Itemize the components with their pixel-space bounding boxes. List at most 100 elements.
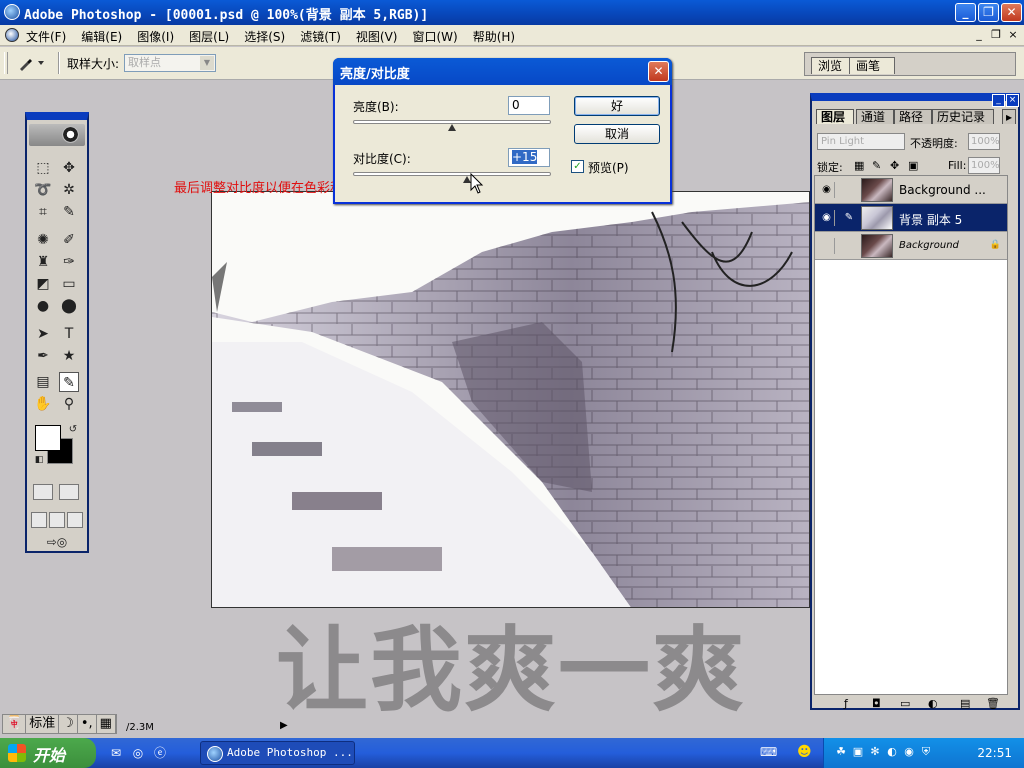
foreground-color-swatch[interactable]	[35, 425, 61, 451]
notes-icon[interactable]: ▤	[33, 372, 53, 392]
close-button[interactable]: ✕	[1001, 3, 1022, 22]
slice-icon[interactable]: ✎	[59, 202, 79, 222]
dodge-icon[interactable]: ⬤	[59, 296, 79, 316]
ime-punctuation-icon[interactable]: •,	[78, 715, 97, 733]
adjustment-layer-icon[interactable]: ◐	[928, 697, 938, 710]
lock-transparency-icon[interactable]: ▦	[854, 159, 864, 172]
fill-input[interactable]: 100%	[968, 157, 1000, 174]
menu-view[interactable]: 视图(V)	[356, 28, 398, 45]
contrast-input[interactable]: +15	[508, 148, 550, 167]
ime-keyboard-icon[interactable]: ▦	[97, 715, 116, 733]
clone-stamp-icon[interactable]: ♜	[33, 252, 53, 272]
palette-close-button[interactable]: ×	[1006, 94, 1019, 107]
doc-close-button[interactable]: ×	[1006, 28, 1020, 42]
gradient-icon[interactable]: ▭	[59, 274, 79, 294]
opacity-input[interactable]: 100%	[968, 133, 1000, 150]
layer-style-icon[interactable]: ƒ	[844, 697, 848, 710]
maximize-button[interactable]: ❐	[978, 3, 999, 22]
ime-mode[interactable]: 标准	[26, 715, 60, 733]
lock-all-icon[interactable]: ▣	[908, 159, 918, 172]
blur-icon[interactable]: ●	[33, 296, 53, 316]
browser-icon[interactable]: ◎	[130, 745, 146, 761]
shape-icon[interactable]: ★	[59, 346, 79, 366]
new-set-icon[interactable]: ▭	[900, 697, 910, 710]
menu-filter[interactable]: 滤镜(T)	[300, 28, 341, 45]
layer-row[interactable]: ◉ Background ...	[815, 176, 1007, 204]
tab-history[interactable]: 历史记录	[932, 109, 995, 124]
standard-mode-button[interactable]	[33, 484, 53, 500]
tray-antivirus-icon[interactable]: ✻	[868, 745, 882, 759]
brightness-input[interactable]: 0	[508, 96, 550, 115]
link-slot[interactable]	[841, 182, 857, 198]
menu-layer[interactable]: 图层(L)	[189, 28, 229, 45]
tray-security-icon[interactable]: ⛨	[919, 745, 933, 759]
eyedropper-tool-icon[interactable]: ✎	[59, 372, 79, 392]
jump-to-imageready-icon[interactable]: ⇨◎	[33, 532, 81, 552]
tray-app-icon[interactable]: ◐	[885, 745, 899, 759]
layer-mask-icon[interactable]: ◘	[872, 697, 881, 710]
sample-size-select[interactable]: 取样点 ▼	[124, 54, 216, 72]
tab-brushes[interactable]: 画笔	[849, 57, 896, 74]
ime-logo-icon[interactable]: 🀄	[3, 715, 27, 733]
menu-help[interactable]: 帮助(H)	[473, 28, 515, 45]
photoshop-app-icon[interactable]	[4, 4, 20, 20]
brush-icon[interactable]: ✐	[59, 230, 79, 250]
status-menu-arrow[interactable]: ▶	[280, 720, 288, 731]
zoom-icon[interactable]: ⚲	[59, 394, 79, 414]
swap-colors-icon[interactable]: ↺	[63, 420, 83, 440]
menu-edit[interactable]: 编辑(E)	[81, 28, 122, 45]
dialog-title-bar[interactable]: 亮度/对比度	[333, 58, 672, 85]
palette-menu-icon[interactable]: ▸	[1002, 109, 1017, 124]
eraser-icon[interactable]: ◩	[33, 274, 53, 294]
eye-slot[interactable]	[819, 238, 835, 254]
quick-mask-button[interactable]	[59, 484, 79, 500]
tray-display-icon[interactable]: ▣	[851, 745, 865, 759]
eye-icon[interactable]: ◉	[819, 210, 835, 226]
lock-position-icon[interactable]: ✥	[890, 159, 899, 172]
start-button[interactable]: 开始	[0, 738, 96, 768]
menu-select[interactable]: 选择(S)	[244, 28, 285, 45]
document-canvas[interactable]	[211, 191, 810, 608]
photoshop-logo[interactable]	[29, 124, 85, 146]
preview-checkbox[interactable]: ✓	[571, 160, 584, 173]
minimize-button[interactable]: _	[955, 3, 976, 22]
new-layer-icon[interactable]: ▤	[960, 697, 970, 710]
tray-volume-icon[interactable]: ◉	[902, 745, 916, 759]
move-icon[interactable]: ✥	[59, 158, 79, 178]
lock-image-icon[interactable]: ✎	[872, 159, 881, 172]
marquee-icon[interactable]: ⬚	[33, 158, 53, 178]
qq-icon[interactable]: ☻	[797, 744, 812, 760]
tray-network-icon[interactable]: ☘	[834, 745, 848, 759]
ok-button[interactable]: 好	[574, 96, 660, 116]
brightness-slider-thumb[interactable]	[448, 124, 456, 131]
magic-wand-icon[interactable]: ✲	[59, 180, 79, 200]
taskbar-photoshop-button[interactable]: Adobe Photoshop ...	[200, 741, 355, 765]
cancel-button[interactable]: 取消	[574, 124, 660, 144]
crop-icon[interactable]: ⌗	[33, 202, 53, 222]
ime-moon-icon[interactable]: ☽	[59, 715, 78, 733]
pen-icon[interactable]: ✒	[33, 346, 53, 366]
mail-icon[interactable]: ✉	[108, 745, 124, 761]
type-icon[interactable]: T	[59, 324, 79, 344]
tab-layers[interactable]: 图层	[816, 109, 855, 124]
menu-window[interactable]: 窗口(W)	[412, 28, 457, 45]
dialog-close-button[interactable]: ✕	[648, 61, 669, 82]
layer-row[interactable]: Background 🔒	[815, 232, 1007, 260]
hand-icon[interactable]: ✋	[33, 394, 53, 414]
keyboard-icon[interactable]: ⌨	[760, 745, 777, 759]
path-selection-icon[interactable]: ➤	[33, 324, 53, 344]
trash-icon[interactable]: 🗑	[986, 697, 1000, 710]
ie-icon[interactable]: ⓔ	[152, 745, 168, 761]
layer-row-selected[interactable]: ◉ ✎ 背景 副本 5	[815, 204, 1007, 232]
screen-mode-full-menu-button[interactable]	[49, 512, 65, 528]
brush-icon[interactable]: ✎	[841, 210, 857, 226]
link-slot[interactable]	[841, 238, 857, 254]
doc-minimize-button[interactable]: _	[972, 28, 986, 42]
screen-mode-standard-button[interactable]	[31, 512, 47, 528]
doc-restore-button[interactable]: ❐	[989, 28, 1003, 42]
menu-image[interactable]: 图像(I)	[137, 28, 174, 45]
history-brush-icon[interactable]: ✑	[59, 252, 79, 272]
default-colors-icon[interactable]: ◧	[29, 450, 49, 470]
lasso-icon[interactable]: ➰	[33, 180, 53, 200]
blend-mode-select[interactable]: Pin Light	[817, 133, 905, 150]
